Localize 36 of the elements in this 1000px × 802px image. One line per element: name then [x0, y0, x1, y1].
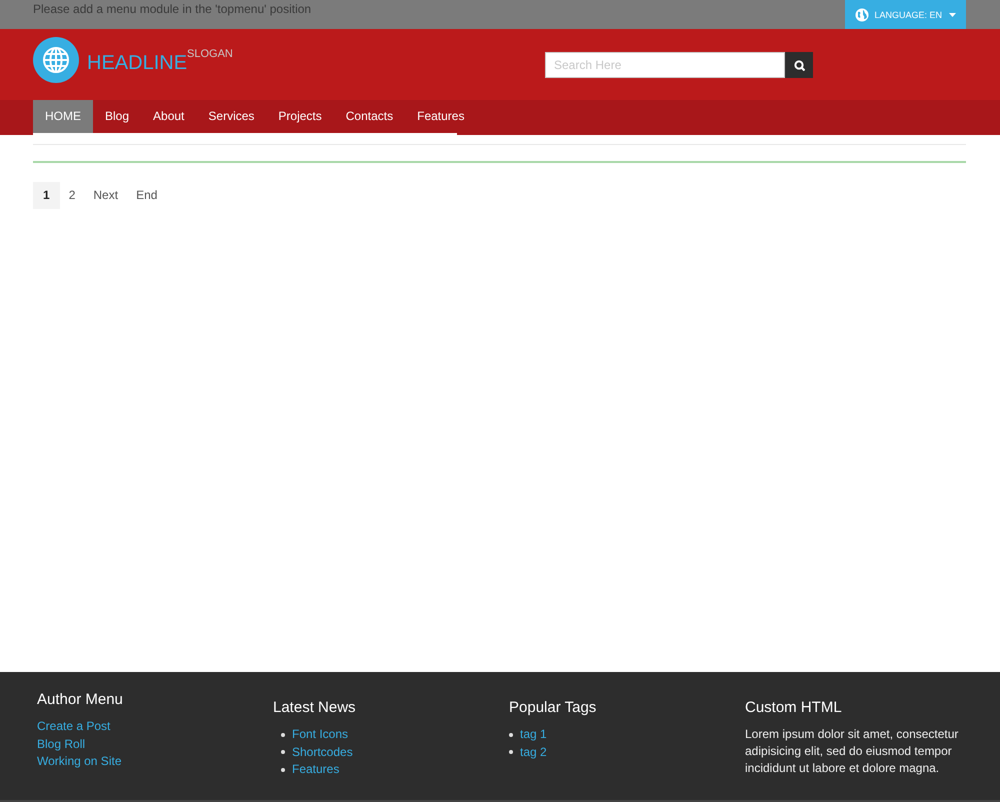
caret-icon — [949, 12, 956, 16]
bullet-icon — [281, 750, 285, 754]
bullet-icon — [509, 732, 513, 737]
search-icon — [794, 60, 804, 70]
footer-heading: Custom HTML — [745, 699, 843, 716]
page-link[interactable]: 1 — [33, 182, 60, 209]
page-link[interactable]: Next — [84, 182, 128, 209]
page-link[interactable]: End — [127, 182, 166, 209]
footer-link[interactable]: tag 1 — [520, 726, 547, 744]
footer-link[interactable]: Working on Site — [37, 753, 273, 770]
globe-drawing — [42, 46, 70, 74]
nav-item[interactable]: Projects — [266, 100, 334, 133]
search-button[interactable] — [785, 52, 813, 78]
footer-link[interactable]: tag 2 — [520, 744, 547, 761]
nav-item[interactable]: About — [141, 100, 196, 133]
footer-heading: Author Menu — [37, 691, 124, 708]
bullet-icon — [281, 768, 285, 772]
page-link[interactable]: 2 — [60, 182, 84, 209]
footer-link[interactable]: Shortcodes — [292, 744, 353, 761]
nav-item[interactable]: HOME — [33, 100, 93, 133]
bullet-icon — [509, 750, 513, 754]
slogan-text: SLOGAN — [187, 48, 233, 60]
footer-heading: Popular Tags — [509, 699, 598, 716]
footer-paragraph: Lorem ipsum dolor sit amet, consectetur adipisicing elit, sed do eiusmod tempor incididunt ut labore et dolore magna. — [745, 726, 960, 777]
nav-item[interactable]: Services — [196, 100, 266, 133]
nav-item[interactable]: Contacts — [334, 100, 406, 133]
nav-item[interactable]: Blog — [93, 100, 142, 133]
footer-heading: Latest News — [273, 699, 357, 716]
footer-link[interactable]: Features — [292, 761, 340, 778]
footer-link[interactable]: Blog Roll — [37, 736, 273, 753]
notice-text: Please add a menu module in the 'topmenu' position — [33, 2, 312, 16]
nav-item[interactable]: Features — [405, 100, 476, 133]
bullet-icon — [281, 732, 285, 737]
globe-icon — [855, 8, 870, 22]
footer-link[interactable]: Create a Post — [37, 718, 273, 736]
footer-link[interactable]: Font Icons — [292, 726, 348, 744]
